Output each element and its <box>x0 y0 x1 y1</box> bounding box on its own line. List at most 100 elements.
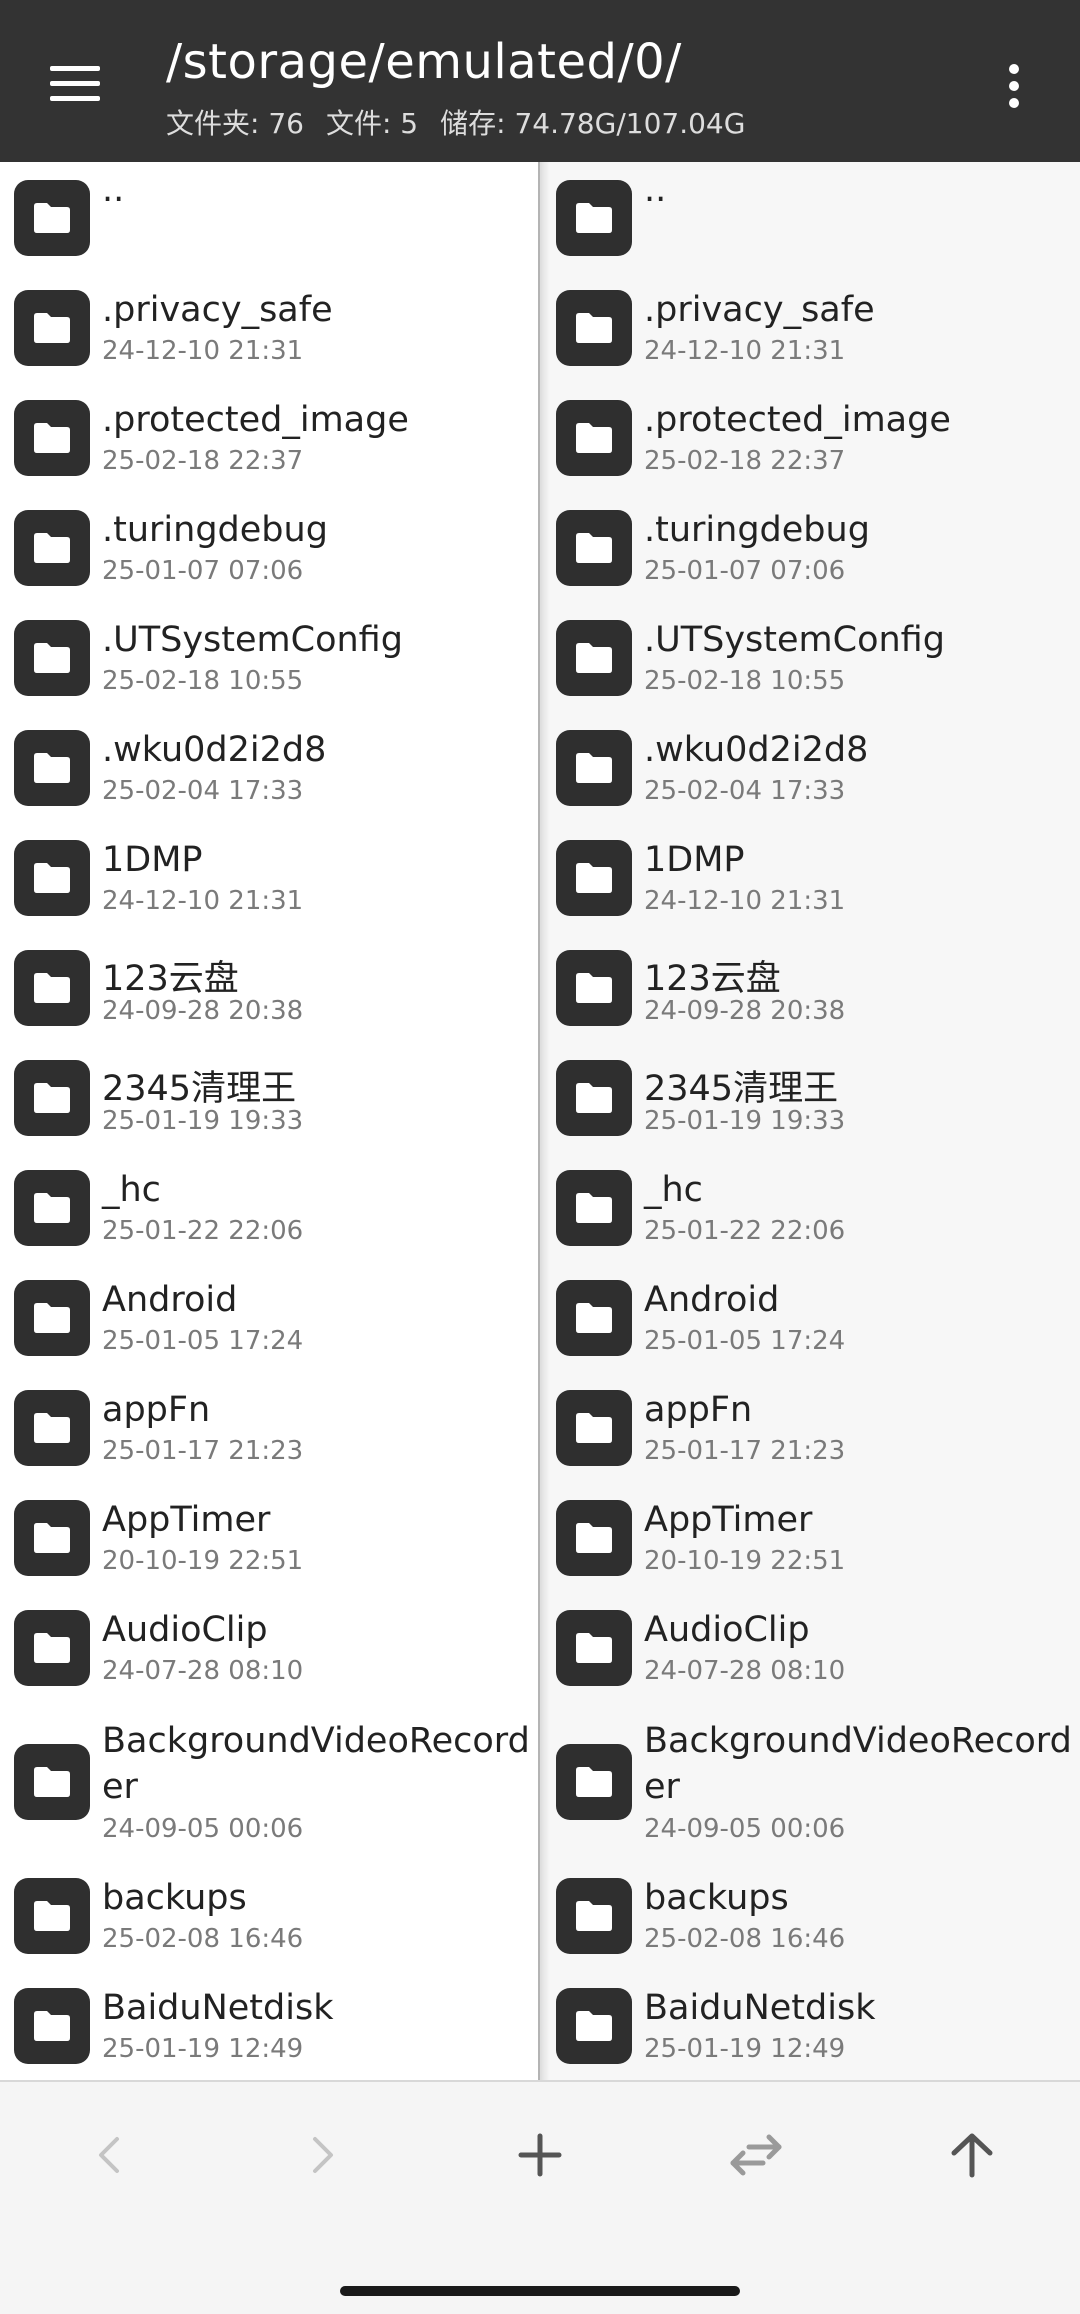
parent-directory-item[interactable]: .. <box>542 162 1080 272</box>
folder-list-item[interactable]: Android 25-01-05 17:24 <box>542 1262 1080 1372</box>
folder-icon <box>556 1610 632 1686</box>
folder-name: 123云盘 <box>102 959 239 999</box>
folder-list-item[interactable]: 2345清理王 25-01-19 19:33 <box>542 1042 1080 1152</box>
folder-name: .UTSystemConfig <box>102 620 403 660</box>
folder-name: 1DMP <box>102 840 203 880</box>
folder-modified-date: 25-02-04 17:33 <box>102 776 304 806</box>
folder-modified-date: 25-02-18 22:37 <box>644 446 846 476</box>
folder-list-item[interactable]: 1DMP 24-12-10 21:31 <box>542 822 1080 932</box>
folder-list-item[interactable]: AudioClip 24-07-28 08:10 <box>0 1592 538 1702</box>
swap-button[interactable] <box>716 2122 796 2188</box>
folder-icon <box>14 1988 90 2064</box>
folder-list-item[interactable]: .privacy_safe 24-12-10 21:31 <box>0 272 538 382</box>
folder-list-item[interactable]: backups 25-02-08 16:46 <box>0 1860 538 1970</box>
folder-name: .turingdebug <box>102 510 328 550</box>
folder-modified-date: 24-12-10 21:31 <box>102 886 304 916</box>
folder-list-item[interactable]: BaiduNetdisk 25-01-19 12:49 <box>0 1970 538 2080</box>
add-button[interactable] <box>500 2122 580 2188</box>
folder-name: BaiduNetdisk <box>644 1988 876 2028</box>
parent-directory-item[interactable]: .. <box>0 162 538 272</box>
folder-list-item[interactable]: _hc 25-01-22 22:06 <box>542 1152 1080 1262</box>
menu-icon[interactable] <box>44 58 106 108</box>
folder-modified-date: 24-09-05 00:06 <box>644 1814 846 1844</box>
folder-list-item[interactable]: 2345清理王 25-01-19 19:33 <box>0 1042 538 1152</box>
right-file-pane[interactable]: .. .privacy_safe 24-12-10 21:31 .protected_… <box>542 162 1080 2082</box>
folder-icon <box>14 1390 90 1466</box>
folder-list-item[interactable]: .protected_image 25-02-18 22:37 <box>542 382 1080 492</box>
folder-list-item[interactable]: backups 25-02-08 16:46 <box>542 1860 1080 1970</box>
folder-name: .turingdebug <box>644 510 870 550</box>
folder-icon <box>14 1500 90 1576</box>
back-button[interactable] <box>68 2122 148 2188</box>
folder-list-item[interactable]: 1DMP 24-12-10 21:31 <box>0 822 538 932</box>
folder-count: 文件夹: 76 <box>166 107 304 140</box>
folder-modified-date: 24-09-28 20:38 <box>102 996 304 1026</box>
folder-list-item[interactable]: .UTSystemConfig 25-02-18 10:55 <box>0 602 538 712</box>
folder-icon <box>556 950 632 1026</box>
folder-name: 1DMP <box>644 840 745 880</box>
folder-name: AudioClip <box>102 1610 268 1650</box>
folder-icon <box>14 290 90 366</box>
folder-icon <box>556 180 632 256</box>
folder-icon <box>14 620 90 696</box>
folder-list-item[interactable]: 123云盘 24-09-28 20:38 <box>0 932 538 1042</box>
bottom-toolbar <box>0 2082 1080 2314</box>
add-icon <box>518 2133 562 2177</box>
folder-name: 2345清理王 <box>102 1069 297 1109</box>
folder-name: AudioClip <box>644 1610 810 1650</box>
folder-modified-date: 25-02-18 22:37 <box>102 446 304 476</box>
folder-icon <box>556 1280 632 1356</box>
top-app-bar: /storage/emulated/0/ 文件夹: 76 文件: 5 储存: 74.… <box>0 0 1080 162</box>
folder-name: .protected_image <box>644 400 951 440</box>
folder-list-item[interactable]: AppTimer 20-10-19 22:51 <box>542 1482 1080 1592</box>
folder-name: appFn <box>102 1390 211 1430</box>
folder-modified-date: 25-01-19 19:33 <box>644 1106 846 1136</box>
folder-modified-date: 25-01-19 12:49 <box>644 2034 846 2064</box>
folder-name: .protected_image <box>102 400 409 440</box>
folder-list-item[interactable]: .privacy_safe 24-12-10 21:31 <box>542 272 1080 382</box>
folder-list-item[interactable]: 123云盘 24-09-28 20:38 <box>542 932 1080 1042</box>
folder-name: BackgroundVideoRecorder <box>644 1721 1072 1807</box>
folder-modified-date: 24-12-10 21:31 <box>644 336 846 366</box>
folder-list-item[interactable]: .turingdebug 25-01-07 07:06 <box>542 492 1080 602</box>
folder-icon <box>14 510 90 586</box>
folder-list-item[interactable]: BackgroundVideoRecorder 24-09-05 00:06 <box>0 1702 538 1860</box>
folder-list-item[interactable]: appFn 25-01-17 21:23 <box>0 1372 538 1482</box>
folder-list-item[interactable]: Android 25-01-05 17:24 <box>0 1262 538 1372</box>
folder-icon <box>556 1500 632 1576</box>
folder-name: .UTSystemConfig <box>644 620 945 660</box>
folder-name: _hc <box>102 1170 161 1210</box>
folder-list-item[interactable]: .protected_image 25-02-18 22:37 <box>0 382 538 492</box>
folder-name: backups <box>102 1878 247 1918</box>
file-count: 文件: 5 <box>325 107 419 140</box>
go-up-button[interactable] <box>932 2122 1012 2188</box>
folder-icon <box>14 840 90 916</box>
folder-modified-date: 25-01-07 07:06 <box>102 556 304 586</box>
left-file-pane[interactable]: .. .privacy_safe 24-12-10 21:31 .protected_… <box>0 162 540 2082</box>
folder-list-item[interactable]: .wku0d2i2d8 25-02-04 17:33 <box>0 712 538 822</box>
folder-icon <box>556 1988 632 2064</box>
folder-modified-date: 25-02-08 16:46 <box>644 1924 846 1954</box>
folder-list-item[interactable]: BaiduNetdisk 25-01-19 12:49 <box>542 1970 1080 2080</box>
folder-icon <box>556 400 632 476</box>
folder-list-item[interactable]: .UTSystemConfig 25-02-18 10:55 <box>542 602 1080 712</box>
forward-button[interactable] <box>284 2122 364 2188</box>
folder-list-item[interactable]: AudioClip 24-07-28 08:10 <box>542 1592 1080 1702</box>
folder-icon <box>556 1390 632 1466</box>
folder-modified-date: 24-09-05 00:06 <box>102 1814 304 1844</box>
folder-list-item[interactable]: appFn 25-01-17 21:23 <box>542 1372 1080 1482</box>
more-options-icon[interactable] <box>996 60 1032 112</box>
folder-list-item[interactable]: _hc 25-01-22 22:06 <box>0 1152 538 1262</box>
folder-modified-date: 25-01-17 21:23 <box>102 1436 304 1466</box>
folder-name: .wku0d2i2d8 <box>644 730 869 770</box>
folder-icon <box>556 730 632 806</box>
folder-list-item[interactable]: BackgroundVideoRecorder 24-09-05 00:06 <box>542 1702 1080 1860</box>
swap-icon <box>730 2134 782 2176</box>
folder-icon <box>556 510 632 586</box>
folder-list-item[interactable]: .turingdebug 25-01-07 07:06 <box>0 492 538 602</box>
current-path: /storage/emulated/0/ <box>166 34 682 90</box>
folder-modified-date: 24-07-28 08:10 <box>644 1656 846 1686</box>
folder-list-item[interactable]: AppTimer 20-10-19 22:51 <box>0 1482 538 1592</box>
folder-name: Android <box>644 1280 780 1320</box>
folder-list-item[interactable]: .wku0d2i2d8 25-02-04 17:33 <box>542 712 1080 822</box>
